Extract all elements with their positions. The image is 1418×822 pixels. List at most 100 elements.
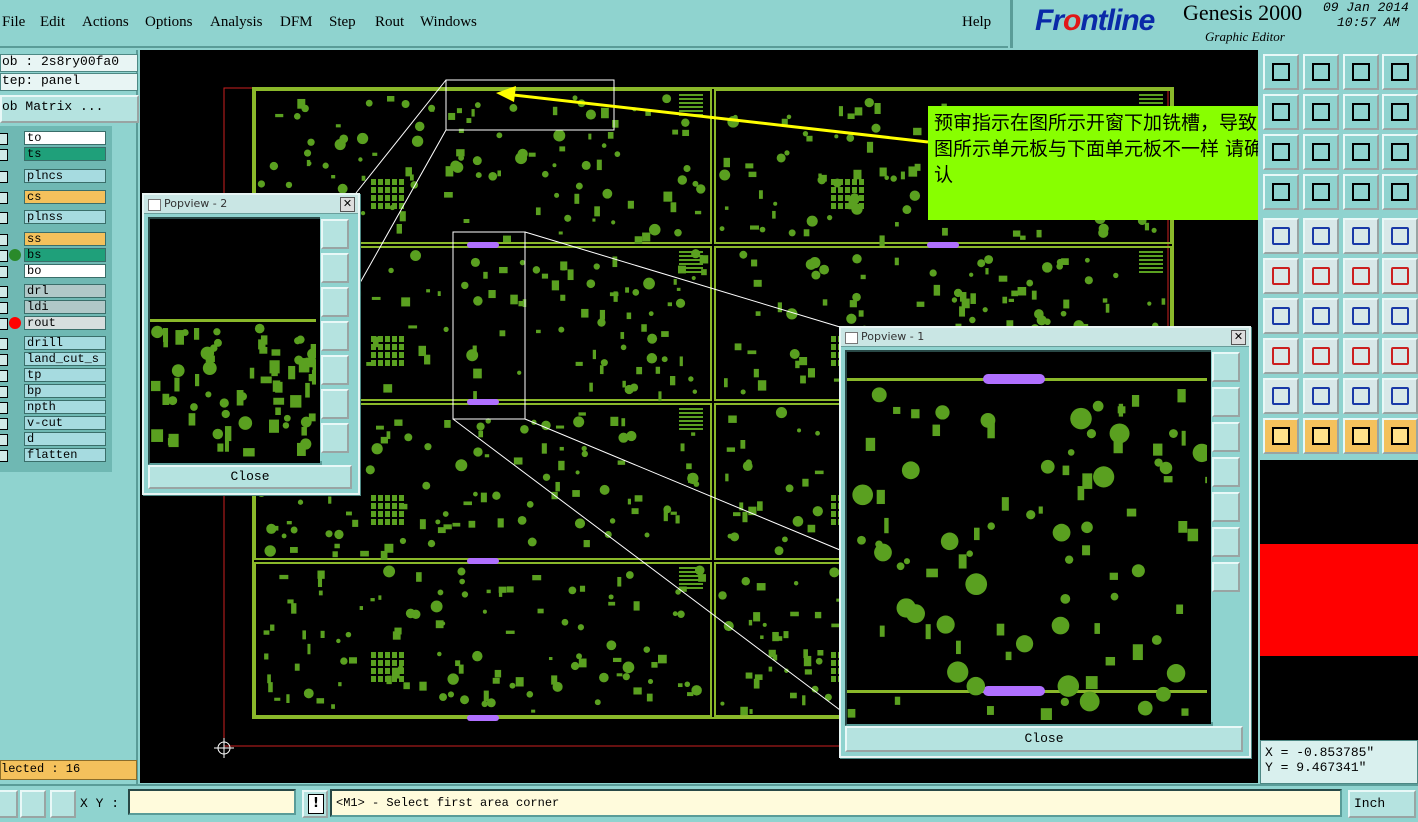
- triangle-d-icon[interactable]: [1382, 378, 1418, 414]
- xy-input[interactable]: [128, 789, 296, 815]
- layer-checkbox[interactable]: [0, 133, 8, 145]
- triangle-b-icon[interactable]: [1303, 378, 1339, 414]
- zoom-out-icon[interactable]: [321, 423, 349, 453]
- pointer-4-icon[interactable]: [1382, 418, 1418, 454]
- layer-row-drl[interactable]: drl: [0, 284, 112, 300]
- pair-icon[interactable]: [1382, 338, 1418, 374]
- ruler-icon[interactable]: [1343, 218, 1379, 254]
- measure-icon[interactable]: [1343, 338, 1379, 374]
- draw-icon[interactable]: [1303, 298, 1339, 334]
- menu-step[interactable]: Step: [329, 14, 356, 31]
- line-b-icon[interactable]: [1382, 258, 1418, 294]
- menu-rout[interactable]: Rout: [375, 14, 404, 31]
- popview-1-window[interactable]: Popview - 1 ✕ Close: [839, 326, 1251, 758]
- select-a-icon[interactable]: [1263, 338, 1299, 374]
- info-icon[interactable]: [1343, 134, 1379, 170]
- zoom-icon[interactable]: [1263, 134, 1299, 170]
- layer-checkbox[interactable]: [0, 338, 8, 350]
- pointer-2-icon[interactable]: [1303, 418, 1339, 454]
- layer-checkbox[interactable]: [0, 250, 8, 262]
- close-icon[interactable]: ✕: [340, 197, 355, 212]
- fill-icon[interactable]: [1382, 298, 1418, 334]
- pan-left-icon[interactable]: [1212, 457, 1240, 487]
- home-icon[interactable]: [1343, 54, 1379, 90]
- layer-checkbox[interactable]: [0, 149, 8, 161]
- layer-checkbox[interactable]: [0, 386, 8, 398]
- layer-row-cs[interactable]: cs: [0, 190, 112, 206]
- zoom-fit-icon[interactable]: [1212, 352, 1240, 382]
- angle-icon[interactable]: [1263, 298, 1299, 334]
- popview-2-close-button[interactable]: Close: [148, 465, 352, 489]
- circle-icon[interactable]: [1382, 218, 1418, 254]
- pan-right-icon[interactable]: [321, 355, 349, 385]
- layer-checkbox[interactable]: [0, 286, 8, 298]
- layer-row-ldi[interactable]: ldi: [0, 300, 112, 316]
- triangle-c-icon[interactable]: [1343, 378, 1379, 414]
- layer-checkbox[interactable]: [0, 450, 8, 462]
- menu-file[interactable]: File: [2, 14, 25, 31]
- units-selector[interactable]: Inch: [1348, 790, 1416, 818]
- pan-left-icon[interactable]: [321, 321, 349, 351]
- zoom-out-icon[interactable]: [1212, 562, 1240, 592]
- layer-checkbox[interactable]: [0, 370, 8, 382]
- layer-row-bs[interactable]: bs: [0, 248, 112, 264]
- layer-row-bo[interactable]: bo: [0, 264, 112, 280]
- layer-checkbox[interactable]: [0, 318, 8, 330]
- layer-row-plnss[interactable]: plnss: [0, 210, 112, 226]
- pan-right-icon[interactable]: [1303, 94, 1339, 130]
- snap-icon[interactable]: [0, 790, 18, 818]
- question-icon[interactable]: [1382, 134, 1418, 170]
- layer-row-d[interactable]: d: [0, 432, 112, 448]
- pan-up-icon[interactable]: [321, 253, 349, 283]
- layer-checkbox[interactable]: [0, 171, 8, 183]
- menu-edit[interactable]: Edit: [40, 14, 65, 31]
- layer-row-land_cut_s[interactable]: land_cut_s: [0, 352, 112, 368]
- layers-icon[interactable]: [1263, 174, 1299, 210]
- grid-icon[interactable]: [1303, 174, 1339, 210]
- popview-2-titlebar[interactable]: Popview - 2 ✕: [144, 195, 358, 214]
- layer-checkbox[interactable]: [0, 212, 8, 224]
- layer-row-plncs[interactable]: plncs: [0, 169, 112, 185]
- layer-checkbox[interactable]: [0, 302, 8, 314]
- layer-row-flatten[interactable]: flatten: [0, 448, 112, 464]
- dot-in-icon[interactable]: [1263, 218, 1299, 254]
- layer-checkbox[interactable]: [0, 354, 8, 366]
- layer-row-to[interactable]: to: [0, 131, 112, 147]
- layer-checkbox[interactable]: [0, 234, 8, 246]
- layer-row-ss[interactable]: ss: [0, 232, 112, 248]
- panel-a-icon[interactable]: [1343, 174, 1379, 210]
- menu-dfm[interactable]: DFM: [280, 14, 313, 31]
- help-icon[interactable]: [1382, 94, 1418, 130]
- menu-help[interactable]: Help: [962, 14, 991, 31]
- arc-icon[interactable]: [1343, 298, 1379, 334]
- layer-checkbox[interactable]: [0, 418, 8, 430]
- reverse-icon[interactable]: [1343, 94, 1379, 130]
- zoom-in-icon[interactable]: [1212, 527, 1240, 557]
- grid-icon[interactable]: [50, 790, 76, 818]
- close-icon[interactable]: ✕: [1231, 330, 1246, 345]
- layer-row-ts[interactable]: ts: [0, 147, 112, 163]
- cursor-icon[interactable]: [1303, 218, 1339, 254]
- layer-checkbox[interactable]: [0, 434, 8, 446]
- zoom-in-icon[interactable]: [321, 389, 349, 419]
- menu-options[interactable]: Options: [145, 14, 193, 31]
- layer-row-bp[interactable]: bp: [0, 384, 112, 400]
- layer-row-drill[interactable]: drill: [0, 336, 112, 352]
- pan-icon[interactable]: [1263, 94, 1299, 130]
- popview-2-window[interactable]: Popview - 2 ✕ Close: [142, 193, 360, 495]
- popview-2-view[interactable]: [148, 217, 322, 465]
- ratio-icon[interactable]: [1303, 134, 1339, 170]
- layer-checkbox[interactable]: [0, 266, 8, 278]
- triangle-a-icon[interactable]: [1263, 378, 1299, 414]
- up-arrow-icon[interactable]: [1263, 54, 1299, 90]
- layer-row-tp[interactable]: tp: [0, 368, 112, 384]
- menu-windows[interactable]: Windows: [420, 14, 477, 31]
- mid-icon[interactable]: [1303, 338, 1339, 374]
- popview-1-view[interactable]: [845, 350, 1213, 726]
- layer-checkbox[interactable]: [0, 192, 8, 204]
- popview-1-titlebar[interactable]: Popview - 1 ✕: [841, 328, 1249, 347]
- pointer-3-icon[interactable]: [1343, 418, 1379, 454]
- zoom-fit-icon[interactable]: [321, 219, 349, 249]
- menu-analysis[interactable]: Analysis: [210, 14, 263, 31]
- snap-icon[interactable]: [1263, 258, 1299, 294]
